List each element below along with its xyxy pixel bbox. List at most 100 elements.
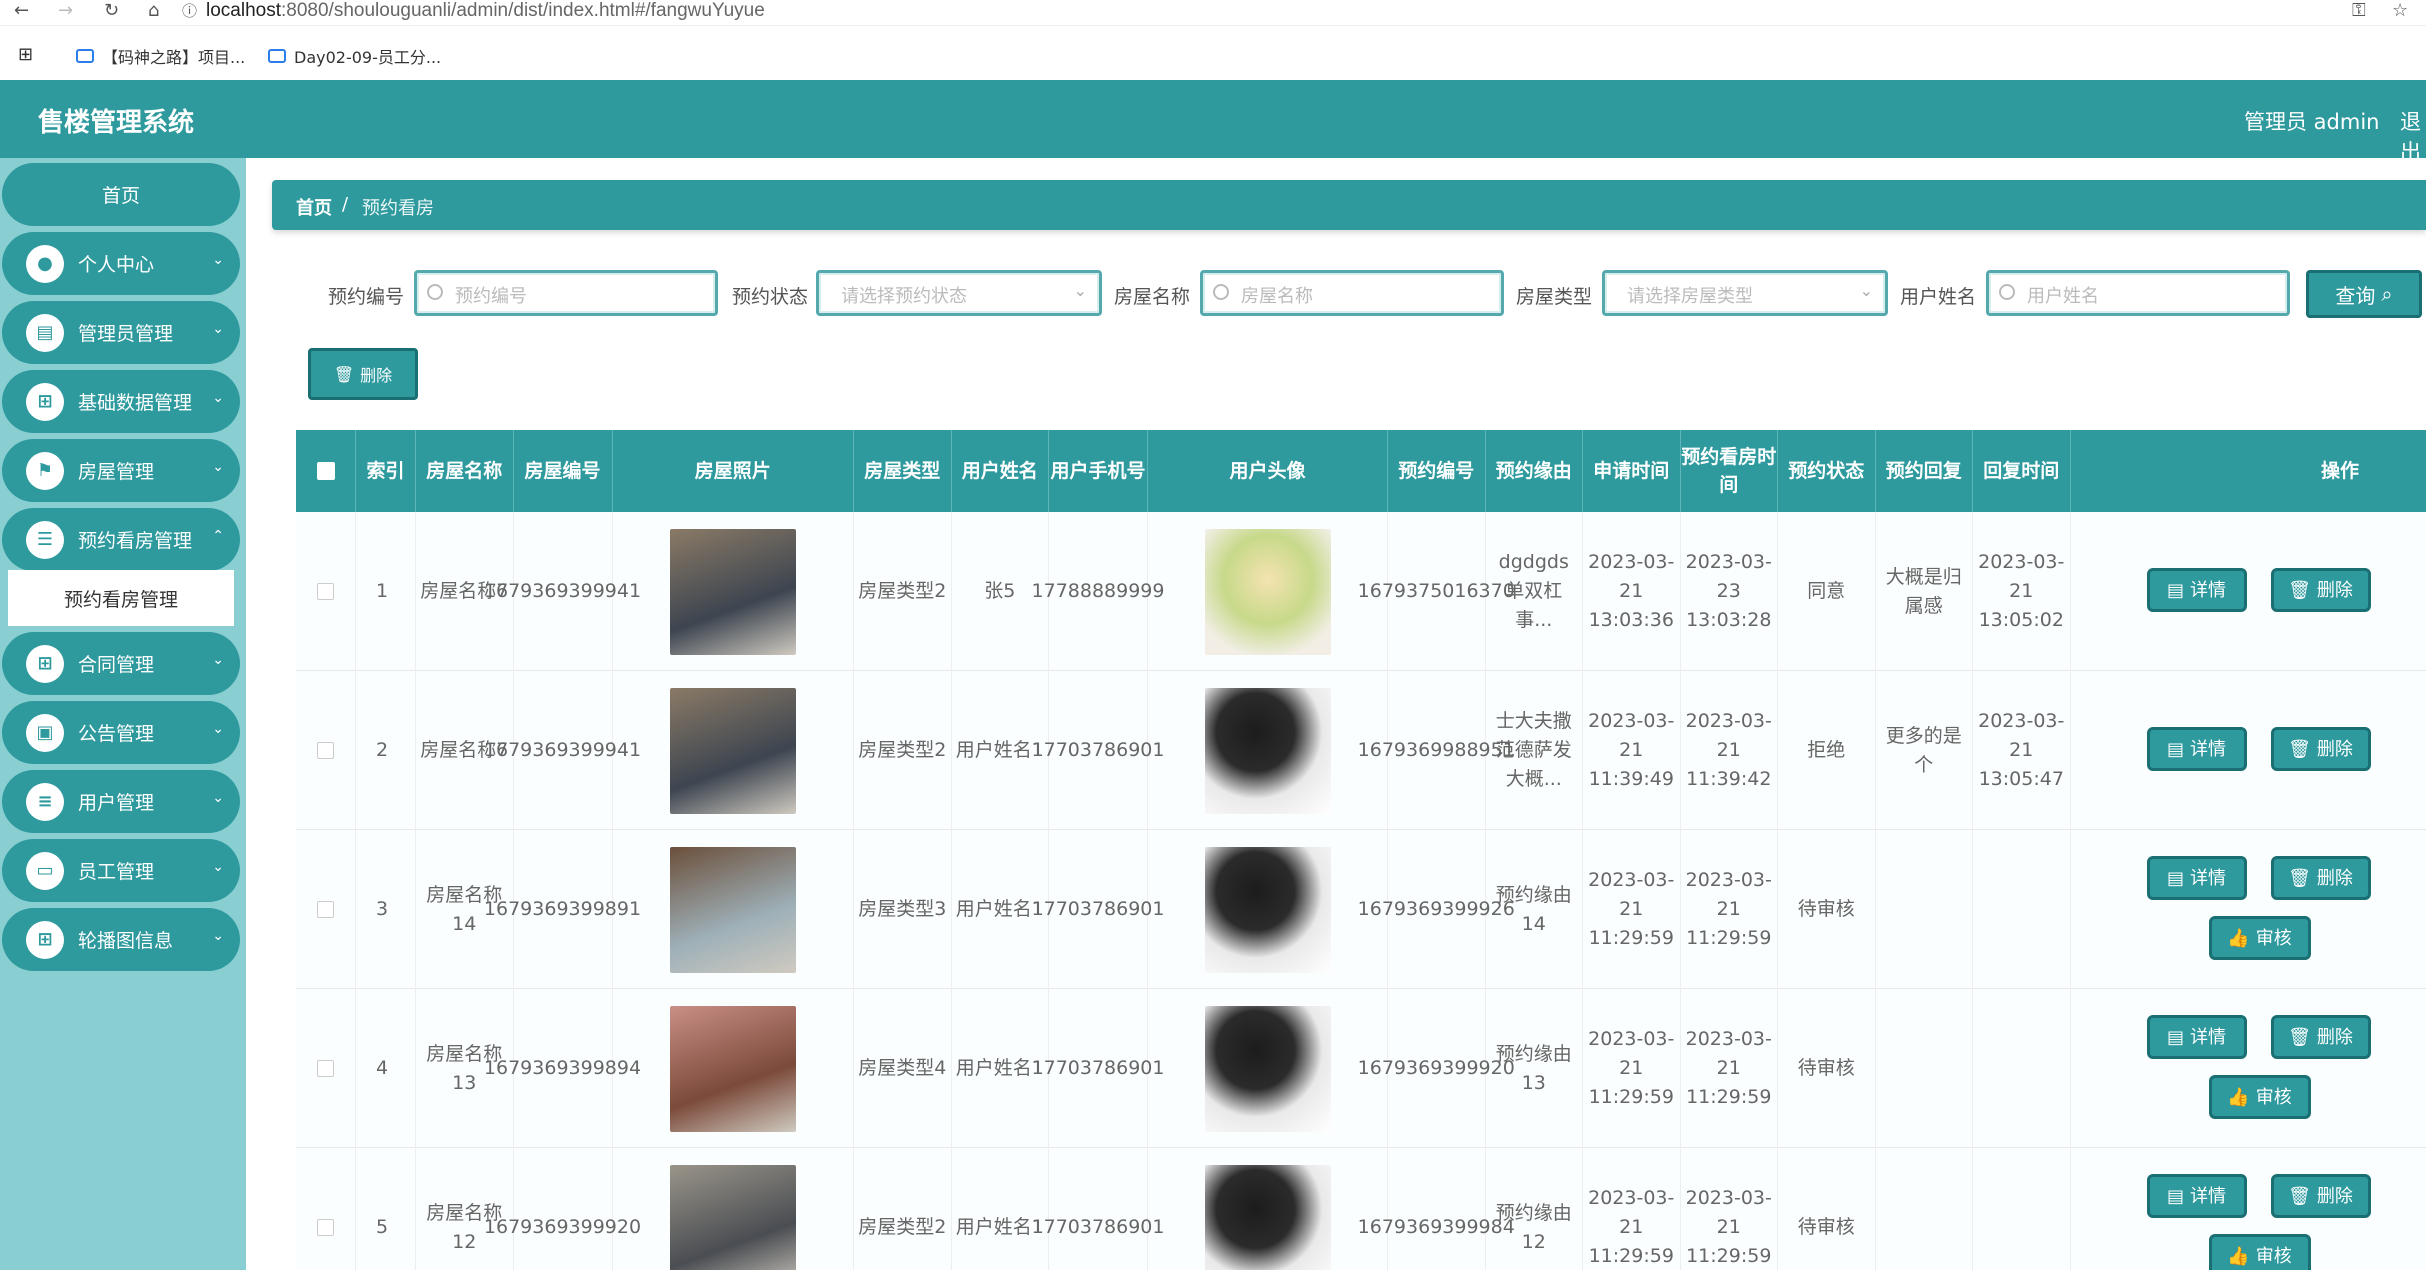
delete-button[interactable]: 🗑 删除 <box>2270 1015 2371 1059</box>
sidebar-item-notices[interactable]: ▣ 公告管理 ⌄ <box>2 701 240 764</box>
chevron-down-icon: ⌄ <box>212 321 224 337</box>
row-checkbox[interactable] <box>317 583 334 600</box>
detail-button[interactable]: ▤ 详情 <box>2146 1174 2247 1218</box>
search-label-booking-no: 预约编号 <box>328 286 405 308</box>
logout-link[interactable]: 退出 <box>2400 106 2426 166</box>
back-icon[interactable]: ← <box>14 0 29 22</box>
house-photo[interactable] <box>669 846 796 973</box>
cell-phone: 17703786901 <box>1032 830 1165 989</box>
bookmark-item[interactable]: Day02-09-员工分... <box>268 44 441 68</box>
house-photo[interactable] <box>669 687 796 814</box>
button-label: 详情 <box>2190 738 2226 760</box>
star-icon[interactable]: ☆ <box>2392 0 2408 22</box>
user-name-input[interactable]: 用户姓名 <box>1986 270 2290 316</box>
row-checkbox[interactable] <box>317 901 334 918</box>
cell-text: 2023-03-23 13:03:28 <box>1685 551 1772 631</box>
house-photo[interactable] <box>669 1005 796 1132</box>
audit-button[interactable]: 👍 审核 <box>2208 1075 2311 1119</box>
button-label: 删除 <box>2316 579 2353 601</box>
row-checkbox[interactable] <box>317 1060 334 1077</box>
cell-phone: 17788889999 <box>1032 512 1165 671</box>
sidebar-item-label: 员工管理 <box>78 861 155 883</box>
booking-no-input[interactable]: 预约编号 <box>414 270 718 316</box>
cell-rtime: 2023-03-21 13:05:47 <box>1973 671 2071 830</box>
detail-button[interactable]: ▤ 详情 <box>2146 727 2247 771</box>
delete-button[interactable]: 🗑 删除 <box>2270 1174 2371 1218</box>
sidebar-item-houses[interactable]: ⚑ 房屋管理 ⌄ <box>2 439 240 502</box>
audit-button[interactable]: 👍 审核 <box>2208 1234 2311 1270</box>
cell-idx: 3 <box>356 830 416 989</box>
cell-yno: 1679369399984 <box>1358 1148 1515 1270</box>
column-header: 回复时间 <box>1973 430 2071 512</box>
sidebar-item-home[interactable]: 首页 <box>2 163 240 226</box>
user-avatar[interactable] <box>1204 1164 1331 1270</box>
column-header: 用户手机号 <box>1049 430 1148 512</box>
url-field[interactable]: localhost:8080/shoulouguanli/admin/dist/… <box>206 0 765 22</box>
sidebar-item-staff[interactable]: ▭ 员工管理 ⌄ <box>2 839 240 902</box>
site-info-icon[interactable]: ⓘ <box>182 0 197 22</box>
house-photo[interactable] <box>669 528 796 655</box>
select-placeholder: 请选择房屋类型 <box>1627 286 1753 307</box>
button-label: 详情 <box>2190 1185 2226 1207</box>
cell-text: 2023-03-21 13:05:47 <box>1978 710 2065 790</box>
delete-button[interactable]: 🗑 删除 <box>2270 727 2371 771</box>
cell-type: 房屋类型3 <box>854 830 952 989</box>
house-name-input[interactable]: 房屋名称 <box>1200 270 1504 316</box>
sidebar-item-basic-data[interactable]: ⊞ 基础数据管理 ⌄ <box>2 370 240 433</box>
input-placeholder: 预约编号 <box>455 286 527 307</box>
detail-button[interactable]: ▤ 详情 <box>2146 856 2247 900</box>
audit-button[interactable]: 👍 审核 <box>2208 916 2311 960</box>
house-type-select[interactable]: 请选择房屋类型 ⌄ <box>1602 270 1888 316</box>
bookmark-item[interactable]: 【码神之路】项目... <box>76 44 245 68</box>
home-icon[interactable]: ⌂ <box>148 0 159 22</box>
cell-type: 房屋类型2 <box>854 671 952 830</box>
delete-button[interactable]: 🗑 删除 <box>2270 568 2371 612</box>
batch-delete-button[interactable]: 🗑 删除 <box>308 348 418 400</box>
user-avatar[interactable] <box>1204 1005 1331 1132</box>
row-checkbox[interactable] <box>317 1219 334 1236</box>
delete-button[interactable]: 🗑 删除 <box>2270 856 2371 900</box>
status-select[interactable]: 请选择预约状态 ⌄ <box>816 270 1102 316</box>
reload-icon[interactable]: ↻ <box>104 0 119 22</box>
query-button[interactable]: 查询 ⌕ <box>2306 270 2422 318</box>
user-avatar[interactable] <box>1204 528 1331 655</box>
cell-text: 大概是归属感 <box>1885 565 1962 617</box>
house-photo[interactable] <box>669 1164 796 1270</box>
button-label: 审核 <box>2255 927 2292 949</box>
apps-icon[interactable]: ⊞ <box>18 44 33 65</box>
row-checkbox[interactable] <box>317 742 334 759</box>
select-all-checkbox[interactable] <box>296 430 356 512</box>
document-icon: ▤ <box>2166 867 2184 889</box>
clipboard-icon: ▤ <box>26 313 64 352</box>
forward-icon[interactable]: → <box>58 0 73 22</box>
grid-icon: ⊞ <box>26 644 64 683</box>
sidebar-item-carousel[interactable]: ⊞ 轮播图信息 ⌄ <box>2 908 240 971</box>
chevron-up-icon: ⌃ <box>212 528 224 544</box>
detail-button[interactable]: ▤ 详情 <box>2146 1015 2247 1059</box>
row-select-cell <box>296 671 356 830</box>
cell-idx: 4 <box>356 989 416 1148</box>
checkbox[interactable] <box>316 462 335 480</box>
sidebar-item-admins[interactable]: ▤ 管理员管理 ⌄ <box>2 301 240 364</box>
sidebar-item-contracts[interactable]: ⊞ 合同管理 ⌄ <box>2 632 240 695</box>
cell-text: 士大夫撒范德萨发大概... <box>1495 710 1572 790</box>
chevron-down-icon: ⌄ <box>212 721 224 737</box>
sidebar-subitem-viewing-manage[interactable]: 预约看房管理 <box>8 570 234 626</box>
trash-icon: 🗑 <box>333 364 355 384</box>
sidebar-item-users[interactable]: ≡ 用户管理 ⌄ <box>2 770 240 833</box>
row-select-cell <box>296 1148 356 1270</box>
user-avatar[interactable] <box>1204 687 1331 814</box>
sidebar-item-viewing[interactable]: ☰ 预约看房管理 ⌃ <box>2 508 240 571</box>
key-icon[interactable]: ⚿ <box>2352 0 2366 22</box>
user-avatar[interactable] <box>1204 846 1331 973</box>
search-label-status: 预约状态 <box>732 286 809 308</box>
sidebar-item-personal[interactable]: ● 个人中心 ⌄ <box>2 232 240 295</box>
table-row: 5 房屋名称12 1679369399920 房屋类型2 用户姓名1 1770378690… <box>296 1148 2426 1270</box>
breadcrumb-home[interactable]: 首页 <box>296 194 332 220</box>
breadcrumb-separator: / <box>342 194 349 215</box>
cell-reply: 更多的是个 <box>1876 671 1973 830</box>
cell-idx: 2 <box>356 671 416 830</box>
cell-text: 待审核 <box>1797 1216 1855 1238</box>
detail-button[interactable]: ▤ 详情 <box>2146 568 2247 612</box>
cell-text: 17703786901 <box>1031 1057 1165 1079</box>
